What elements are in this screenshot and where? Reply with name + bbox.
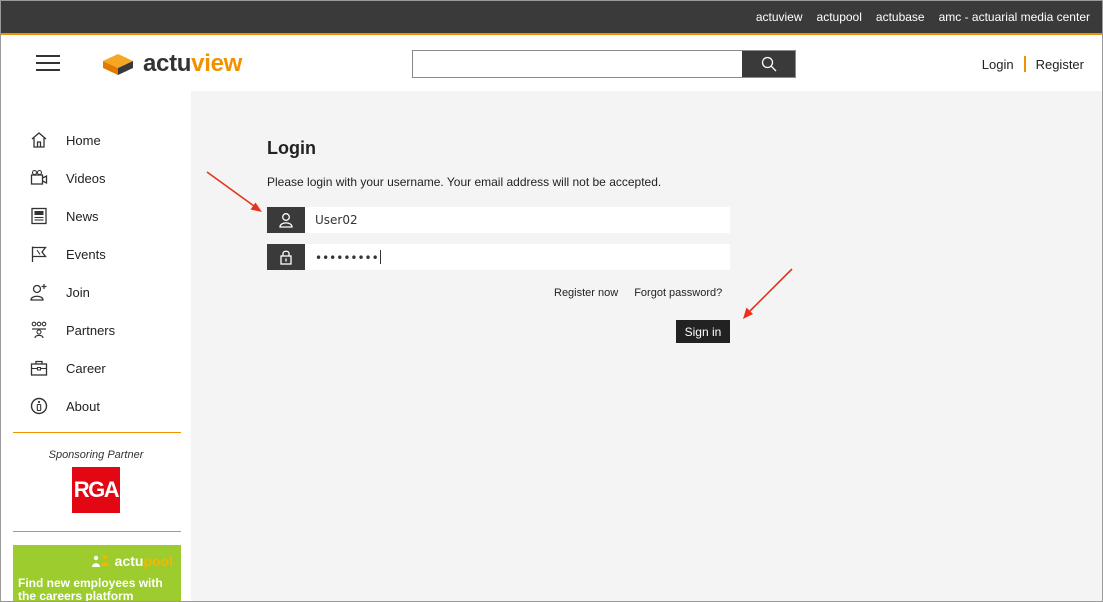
user-icon (267, 207, 305, 233)
lock-icon (267, 244, 305, 270)
sidebar-nav: Home Videos News Events Join Partners Ca… (29, 121, 115, 425)
sidebar-item-label: Career (66, 360, 106, 376)
sidebar-item-events[interactable]: Events (29, 235, 115, 273)
actupool-logo: actupool (91, 553, 173, 569)
sidebar-item-career[interactable]: Career (29, 349, 115, 387)
sidebar-item-label: Videos (66, 170, 106, 186)
site-header: actuview Login Register (1, 37, 1102, 91)
username-field[interactable]: User02 (267, 207, 730, 233)
actupool-logo-text-a: actu (114, 553, 144, 569)
search-bar (412, 50, 796, 78)
actupool-banner[interactable]: actupool Find new employees with the car… (13, 545, 181, 602)
login-title: Login (267, 138, 316, 158)
sidebar-item-home[interactable]: Home (29, 121, 115, 159)
home-icon (29, 130, 49, 150)
logo-text-view: view (191, 50, 242, 77)
top-link-actupool[interactable]: actupool (817, 10, 862, 24)
people-icon (91, 554, 109, 567)
sidebar-item-partners[interactable]: Partners (29, 311, 115, 349)
newspaper-icon (29, 206, 49, 226)
sidebar-item-about[interactable]: About (29, 387, 115, 425)
logo-text-actu: actu (143, 50, 192, 77)
password-field[interactable]: ••••••••• (267, 244, 730, 270)
auth-links: Login Register (982, 56, 1084, 72)
username-value: User02 (315, 213, 358, 227)
register-now-link[interactable]: Register now (554, 287, 618, 299)
sponsor-label: Sponsoring Partner (48, 449, 144, 461)
auth-separator (1023, 56, 1026, 72)
rga-logo-text: RGA (73, 477, 120, 502)
info-icon (29, 396, 49, 416)
login-link[interactable]: Login (982, 57, 1014, 72)
sidebar-divider (13, 531, 181, 532)
actupool-logo-text-b: pool (143, 553, 173, 569)
sidebar: Home Videos News Events Join Partners Ca… (1, 91, 191, 602)
video-camera-icon (29, 168, 49, 188)
top-links: actuview actupool actubase amc - actuari… (756, 1, 1090, 33)
add-user-icon (29, 282, 49, 302)
top-strip: actuview actupool actubase amc - actuari… (1, 1, 1102, 35)
sidebar-item-label: Events (66, 246, 106, 262)
sidebar-item-label: News (66, 208, 99, 224)
password-value: ••••••••• (315, 250, 379, 265)
search-button[interactable] (742, 51, 795, 77)
partners-icon (29, 320, 49, 340)
search-input[interactable] (413, 51, 742, 77)
flag-icon (29, 244, 49, 264)
actuview-logo[interactable]: actuview (101, 50, 242, 78)
main-content: Login Please login with your username. Y… (191, 91, 1102, 601)
sidebar-item-videos[interactable]: Videos (29, 159, 115, 197)
text-cursor (379, 249, 381, 264)
logo-cube-icon (103, 54, 133, 75)
login-description: Please login with your username. Your em… (267, 175, 662, 189)
sidebar-item-label: Join (66, 284, 90, 300)
briefcase-icon (29, 358, 49, 378)
rga-sponsor-logo[interactable]: RGA (72, 467, 120, 513)
sidebar-item-label: About (66, 398, 100, 414)
search-icon (761, 56, 776, 72)
forgot-password-link[interactable]: Forgot password? (634, 287, 722, 299)
sidebar-item-news[interactable]: News (29, 197, 115, 235)
sidebar-item-join[interactable]: Join (29, 273, 115, 311)
top-link-actuview[interactable]: actuview (756, 10, 803, 24)
top-link-actubase[interactable]: actubase (876, 10, 925, 24)
login-links: Register now Forgot password? (554, 287, 722, 299)
register-link[interactable]: Register (1036, 57, 1084, 72)
top-link-amc[interactable]: amc - actuarial media center (939, 10, 1090, 24)
sidebar-divider (13, 432, 181, 433)
sign-in-button[interactable]: Sign in (676, 320, 730, 343)
hamburger-menu-icon[interactable] (36, 54, 60, 72)
sidebar-item-label: Home (66, 132, 101, 148)
browser-page: actuview actupool actubase amc - actuari… (0, 0, 1103, 602)
sidebar-item-label: Partners (66, 322, 116, 338)
banner-text: Find new employees with the careers plat… (18, 576, 163, 602)
